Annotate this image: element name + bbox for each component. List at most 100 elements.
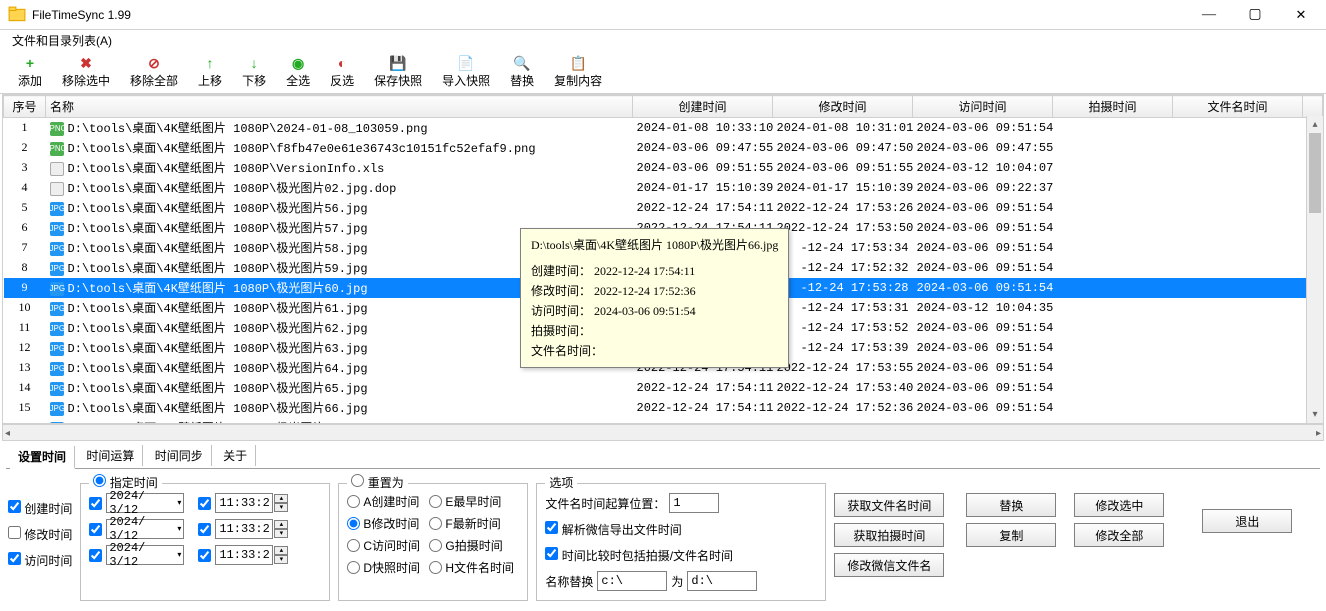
cell-seq: 2	[4, 138, 46, 158]
col-ptime[interactable]: 拍摄时间	[1053, 96, 1173, 118]
scroll-thumb[interactable]	[1309, 133, 1321, 213]
table-row[interactable]: 3D:\tools\桌面\4K壁纸图片 1080P\VersionInfo.xl…	[4, 158, 1323, 178]
table-row[interactable]: 2PNGD:\tools\桌面\4K壁纸图片 1080P\f8fb47e0e61…	[4, 138, 1323, 158]
scroll-right-icon[interactable]: ▸	[1316, 425, 1321, 442]
check-ctime-label[interactable]: 创建时间	[8, 500, 72, 517]
date-3[interactable]: 2024/ 3/12▾	[106, 545, 184, 565]
enable-time-2[interactable]	[198, 523, 211, 536]
check-mtime[interactable]	[8, 526, 21, 539]
spinner-3[interactable]: ▴▾	[274, 546, 288, 564]
vertical-scrollbar[interactable]: ▴ ▾	[1306, 116, 1323, 423]
toolbar-move-down[interactable]: ↓下移	[232, 54, 276, 89]
menu-file-list[interactable]: 文件和目录列表(A)	[8, 32, 116, 50]
cell-ctime: 2022-12-24 17:54:11	[633, 378, 773, 398]
scroll-left-icon[interactable]: ◂	[5, 425, 10, 442]
enable-date-1[interactable]	[89, 497, 102, 510]
btn-get-fn-time[interactable]: 获取文件名时间	[834, 493, 944, 517]
scroll-up-icon[interactable]: ▴	[1307, 116, 1323, 133]
check-atime-label[interactable]: 访问时间	[8, 552, 72, 569]
radio-specify-label[interactable]: 指定时间	[89, 474, 161, 491]
spinner-1[interactable]: ▴▾	[274, 494, 288, 512]
cell-ftime	[1173, 358, 1303, 378]
time-3[interactable]	[215, 545, 273, 565]
toolbar-move-up[interactable]: ↑上移	[188, 54, 232, 89]
table-row[interactable]: 1PNGD:\tools\桌面\4K壁纸图片 1080P\2024-01-08_…	[4, 118, 1323, 138]
col-name[interactable]: 名称	[46, 96, 633, 118]
tab-time-sync[interactable]: 时间同步	[147, 445, 212, 466]
time-2[interactable]	[215, 519, 273, 539]
fnstart-label: 文件名时间起算位置：	[545, 495, 665, 512]
toolbar-add[interactable]: +添加	[8, 54, 52, 89]
radio-g[interactable]: G拍摄时间	[429, 537, 507, 554]
table-row[interactable]: 4D:\tools\桌面\4K壁纸图片 1080P\极光图片02.jpg.dop…	[4, 178, 1323, 198]
horizontal-scrollbar[interactable]: ◂ ▸	[2, 424, 1324, 441]
scroll-down-icon[interactable]: ▾	[1307, 406, 1323, 423]
tab-set-time[interactable]: 设置时间	[10, 446, 75, 469]
col-seq[interactable]: 序号	[4, 96, 46, 118]
radio-d[interactable]: D快照时间	[347, 559, 425, 576]
toolbar-remove-selected[interactable]: ✖移除选中	[52, 54, 120, 89]
date-2[interactable]: 2024/ 3/12▾	[106, 519, 184, 539]
tab-time-calc[interactable]: 时间运算	[78, 445, 143, 466]
time-1[interactable]	[215, 493, 273, 513]
btn-get-shot-time[interactable]: 获取拍摄时间	[834, 523, 944, 547]
cell-seq: 8	[4, 258, 46, 278]
date-1[interactable]: 2024/ 3/12▾	[106, 493, 184, 513]
btn-mod-sel[interactable]: 修改选中	[1074, 493, 1164, 517]
table-row[interactable]: 14JPGD:\tools\桌面\4K壁纸图片 1080P\极光图片65.jpg…	[4, 378, 1323, 398]
cell-atime: 2024-03-06 09:51:54	[913, 198, 1053, 218]
radio-reset-label[interactable]: 重置为	[347, 474, 407, 491]
cell-mtime: -12-24 17:52:32	[773, 258, 913, 278]
toolbar-replace[interactable]: 🔍替换	[500, 54, 544, 89]
check-mtime-label[interactable]: 修改时间	[8, 526, 72, 543]
btn-copy[interactable]: 复制	[966, 523, 1056, 547]
col-ftime[interactable]: 文件名时间	[1173, 96, 1303, 118]
radio-e[interactable]: E最早时间	[429, 493, 507, 510]
btn-replace[interactable]: 替换	[966, 493, 1056, 517]
check-ctime[interactable]	[8, 500, 21, 513]
fnstart-input[interactable]	[669, 493, 719, 513]
enable-time-1[interactable]	[198, 497, 211, 510]
toolbar-import-snapshot[interactable]: 📄导入快照	[432, 54, 500, 89]
enable-time-3[interactable]	[198, 549, 211, 562]
maximize-button[interactable]: ▢	[1232, 0, 1278, 29]
toolbar-invert[interactable]: ◐反选	[320, 54, 364, 89]
toolbar-save-snapshot[interactable]: 💾保存快照	[364, 54, 432, 89]
replace-to[interactable]	[687, 571, 757, 591]
radio-a[interactable]: A创建时间	[347, 493, 425, 510]
radio-h[interactable]: H文件名时间	[429, 559, 514, 576]
table-row[interactable]: 5JPGD:\tools\桌面\4K壁纸图片 1080P\极光图片56.jpg2…	[4, 198, 1323, 218]
spinner-2[interactable]: ▴▾	[274, 520, 288, 538]
cell-atime: 2024-03-06 09:51:54	[913, 258, 1053, 278]
radio-b[interactable]: B修改时间	[347, 515, 425, 532]
close-button[interactable]: ✕	[1278, 0, 1324, 29]
toolbar-remove-all[interactable]: ⊘移除全部	[120, 54, 188, 89]
col-atime[interactable]: 访问时间	[913, 96, 1053, 118]
btn-exit[interactable]: 退出	[1202, 509, 1292, 533]
minimize-button[interactable]: —	[1186, 0, 1232, 29]
check-include-pf[interactable]: 时间比较时包括拍摄/文件名时间	[545, 547, 733, 564]
check-atime[interactable]	[8, 552, 21, 565]
toolbar-label: 移除选中	[62, 72, 110, 89]
toolbar-copy-content[interactable]: 📋复制内容	[544, 54, 612, 89]
group-reset: 重置为 A创建时间 E最早时间 B修改时间 F最新时间 C访问时间 G拍摄时间 …	[338, 483, 528, 601]
radio-specify[interactable]	[93, 474, 106, 487]
radio-f[interactable]: F最新时间	[429, 515, 507, 532]
radio-c[interactable]: C访问时间	[347, 537, 425, 554]
toolbar-label: 反选	[330, 72, 354, 89]
cell-ctime: 2024-03-06 09:51:55	[633, 158, 773, 178]
cell-atime: 2024-03-06 09:51:54	[913, 218, 1053, 238]
enable-date-2[interactable]	[89, 523, 102, 536]
btn-mod-wx-name[interactable]: 修改微信文件名	[834, 553, 944, 577]
enable-date-3[interactable]	[89, 549, 102, 562]
table-row[interactable]: 15JPGD:\tools\桌面\4K壁纸图片 1080P\极光图片66.jpg…	[4, 398, 1323, 418]
col-ctime[interactable]: 创建时间	[633, 96, 773, 118]
toolbar-select-all[interactable]: ◉全选	[276, 54, 320, 89]
replace-from[interactable]	[597, 571, 667, 591]
btn-mod-all[interactable]: 修改全部	[1074, 523, 1164, 547]
tab-about[interactable]: 关于	[215, 445, 256, 466]
radio-reset[interactable]	[351, 474, 364, 487]
check-parse-wx[interactable]: 解析微信导出文件时间	[545, 521, 681, 538]
col-mtime[interactable]: 修改时间	[773, 96, 913, 118]
cell-ptime	[1053, 178, 1173, 198]
